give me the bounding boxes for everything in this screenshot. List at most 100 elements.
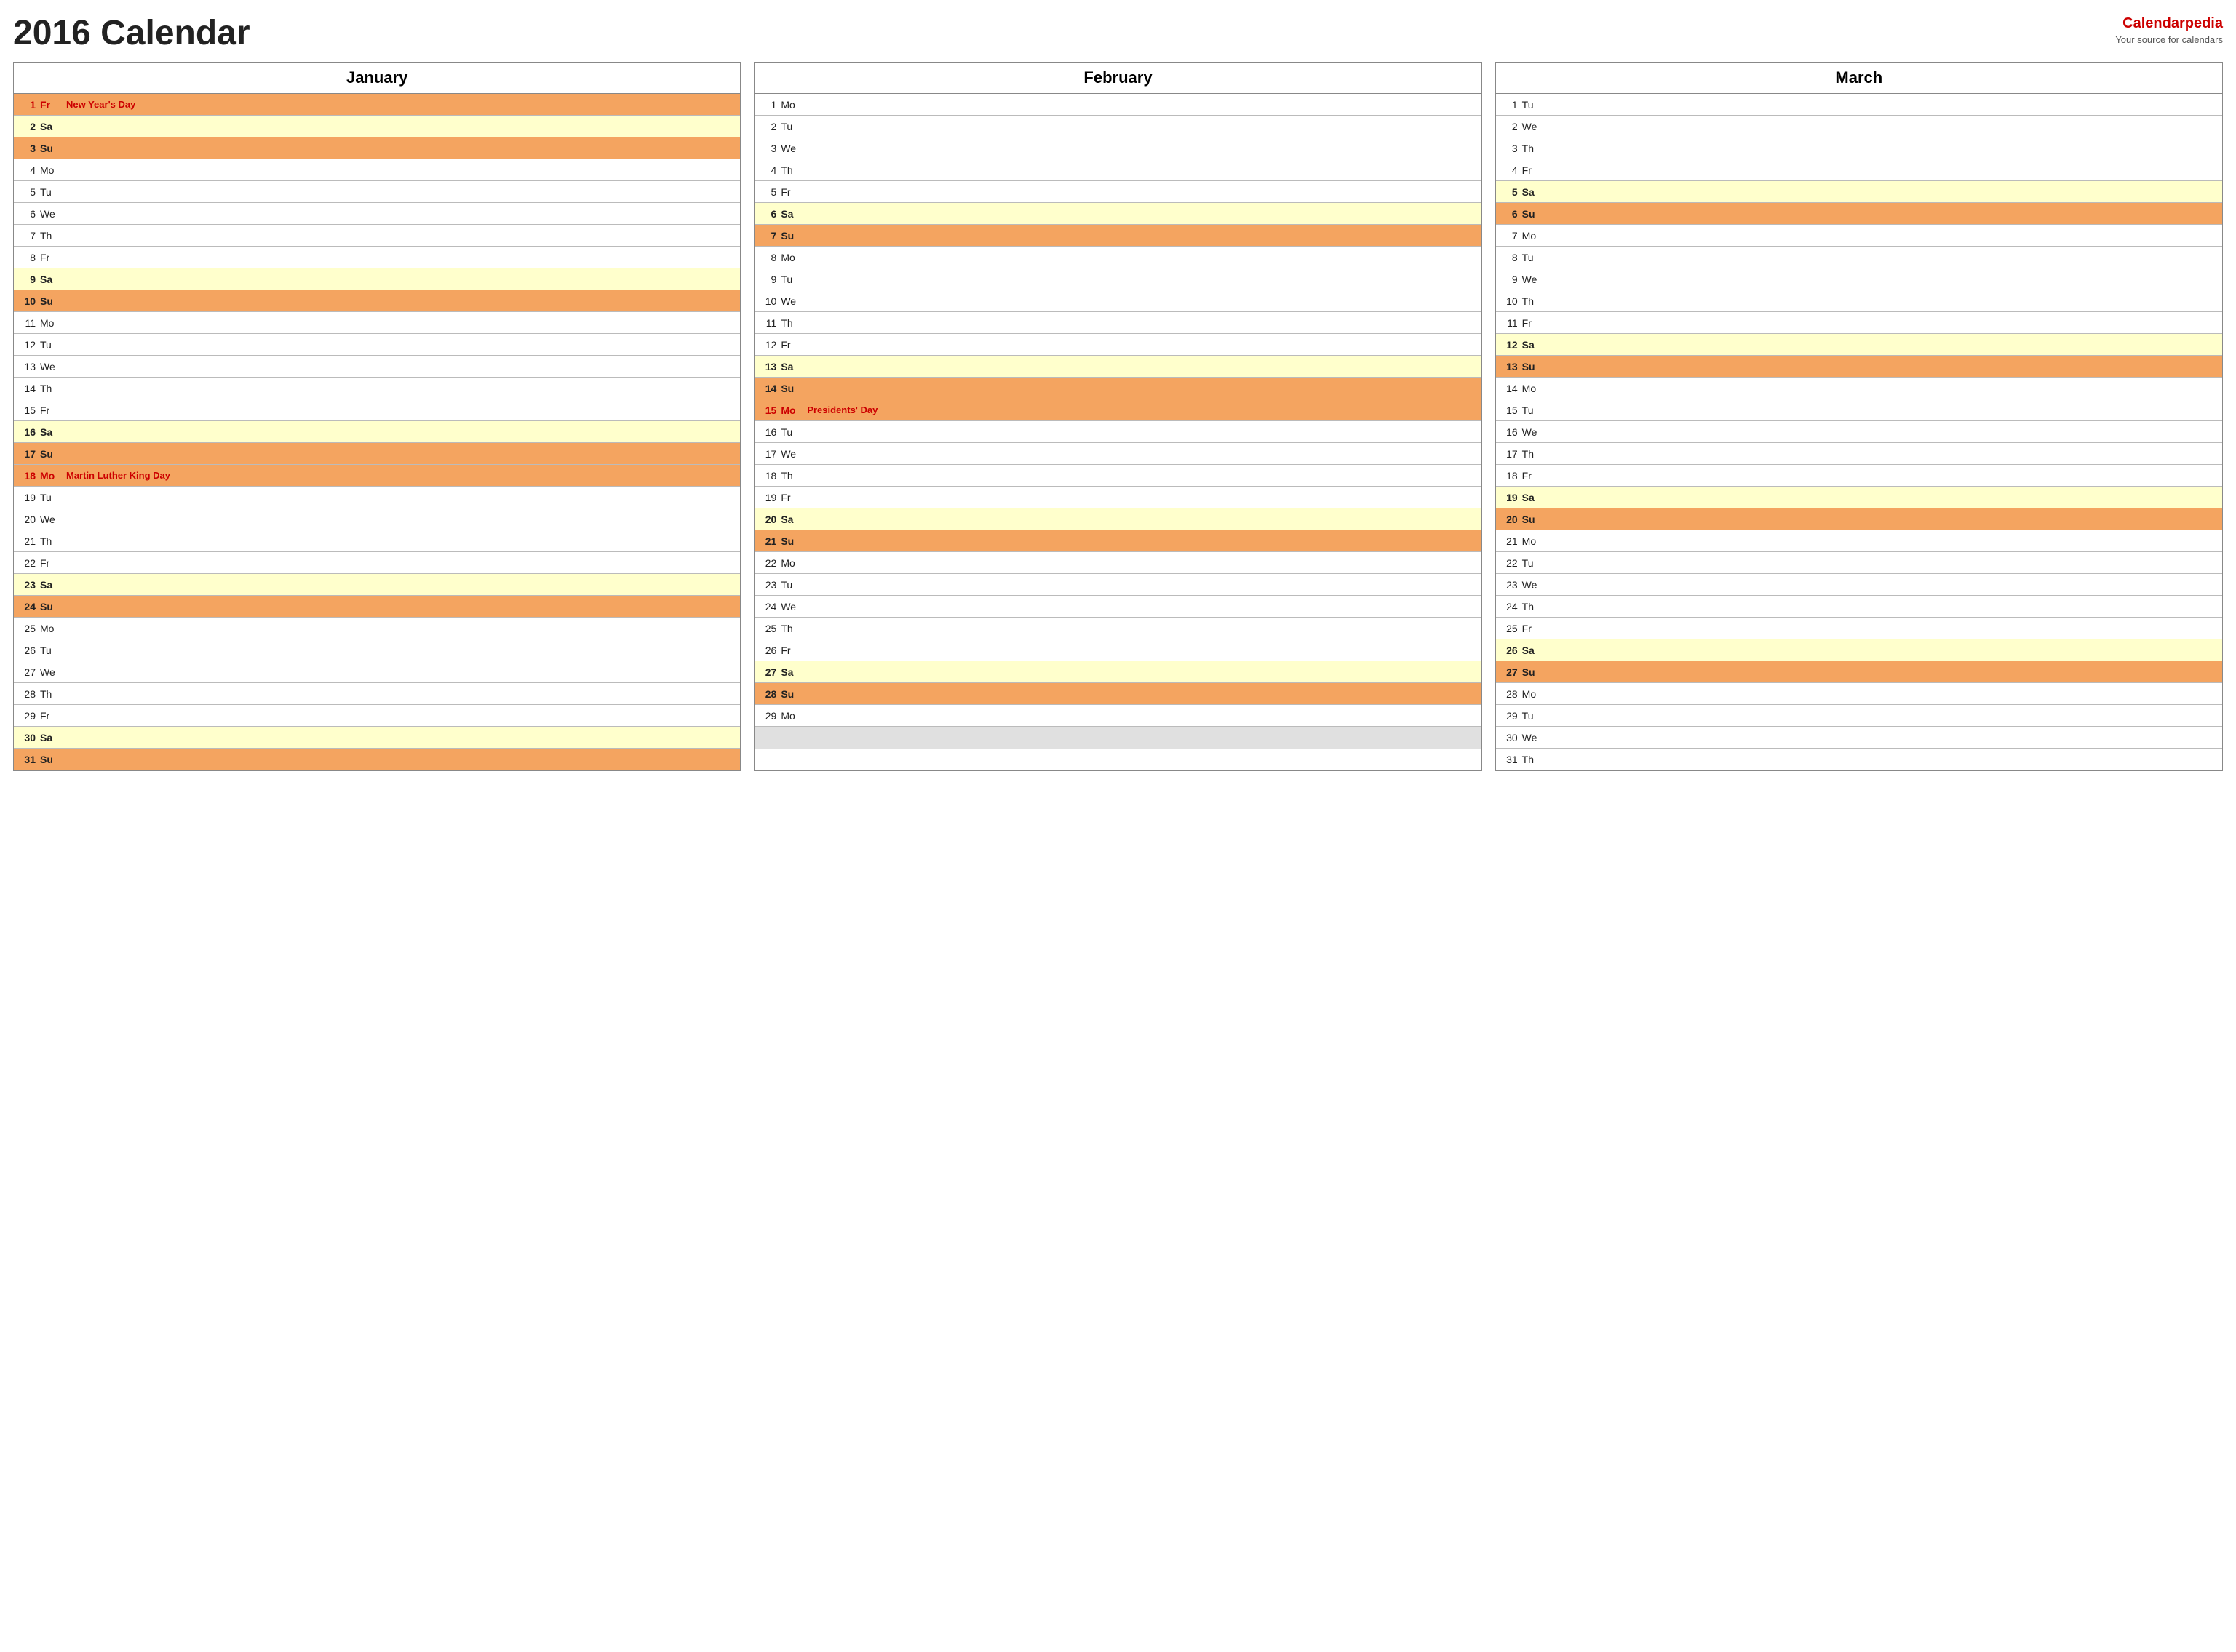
day-number: 17 (14, 448, 40, 460)
day-name: Mo (781, 710, 804, 722)
january-header: January (14, 63, 740, 94)
day-name: Mo (40, 470, 63, 482)
table-row: 22Mo (755, 552, 1481, 574)
day-name: Su (1522, 208, 1545, 220)
table-row: 29Mo (755, 705, 1481, 727)
day-name: Sa (781, 666, 804, 678)
day-name: Th (40, 230, 63, 242)
day-number: 27 (1496, 666, 1522, 678)
day-number: 8 (1496, 252, 1522, 263)
day-number: 18 (1496, 470, 1522, 482)
table-row: 9We (1496, 268, 2222, 290)
day-event: New Year's Day (63, 99, 740, 110)
table-row: 15Tu (1496, 399, 2222, 421)
day-number: 14 (1496, 383, 1522, 394)
table-row: 28Th (14, 683, 740, 705)
table-row: 21Su (755, 530, 1481, 552)
day-name: Th (40, 535, 63, 547)
table-row: 22Tu (1496, 552, 2222, 574)
table-row: 19Sa (1496, 487, 2222, 508)
day-name: Sa (40, 426, 63, 438)
day-number: 5 (14, 186, 40, 198)
day-name: Fr (781, 645, 804, 656)
day-name: Su (781, 688, 804, 700)
day-number: 3 (14, 143, 40, 154)
day-name: Sa (781, 514, 804, 525)
table-row: 23We (1496, 574, 2222, 596)
table-row: 31Su (14, 749, 740, 770)
day-name: We (1522, 121, 1545, 132)
table-row: 25Th (755, 618, 1481, 639)
day-number: 23 (14, 579, 40, 591)
table-row: 7Th (14, 225, 740, 247)
january-calendar: January 1FrNew Year's Day2Sa3Su4Mo5Tu6We… (13, 62, 741, 771)
day-number: 9 (1496, 274, 1522, 285)
day-name: We (1522, 732, 1545, 743)
day-name: Th (40, 688, 63, 700)
table-row: 16Sa (14, 421, 740, 443)
table-row: 3Su (14, 137, 740, 159)
day-number: 25 (755, 623, 781, 634)
day-number: 11 (1496, 317, 1522, 329)
day-number: 22 (755, 557, 781, 569)
day-number: 20 (14, 514, 40, 525)
day-name: Tu (781, 121, 804, 132)
day-name: Th (781, 470, 804, 482)
day-number: 19 (14, 492, 40, 503)
day-name: We (781, 295, 804, 307)
day-name: Su (781, 230, 804, 242)
day-number: 15 (14, 404, 40, 416)
day-number: 4 (1496, 164, 1522, 176)
day-number: 30 (14, 732, 40, 743)
logo-tagline: Your source for calendars (2115, 33, 2223, 47)
day-name: Mo (40, 164, 63, 176)
day-number: 3 (755, 143, 781, 154)
day-number: 29 (1496, 710, 1522, 722)
table-row: 26Sa (1496, 639, 2222, 661)
table-row: 14Su (755, 378, 1481, 399)
day-event: Presidents' Day (804, 404, 1481, 415)
day-name: Su (1522, 514, 1545, 525)
february-calendar: February 1Mo2Tu3We4Th5Fr6Sa7Su8Mo9Tu10We… (754, 62, 1481, 771)
table-row: 16We (1496, 421, 2222, 443)
table-row: 12Tu (14, 334, 740, 356)
table-row: 28Su (755, 683, 1481, 705)
logo: Calendarpedia Your source for calendars (2115, 13, 2223, 47)
table-row: 11Mo (14, 312, 740, 334)
table-row: 27We (14, 661, 740, 683)
day-number: 14 (755, 383, 781, 394)
page-header: 2016 Calendar Calendarpedia Your source … (13, 13, 2223, 53)
day-name: Mo (1522, 230, 1545, 242)
table-row: 24We (755, 596, 1481, 618)
day-number: 11 (755, 317, 781, 329)
day-number: 31 (1496, 754, 1522, 765)
day-name: Tu (40, 645, 63, 656)
day-number: 4 (14, 164, 40, 176)
day-name: Sa (40, 121, 63, 132)
day-name: Fr (781, 339, 804, 351)
table-row: 18Fr (1496, 465, 2222, 487)
table-row: 12Sa (1496, 334, 2222, 356)
day-number: 17 (755, 448, 781, 460)
table-row: 25Fr (1496, 618, 2222, 639)
day-number: 8 (755, 252, 781, 263)
day-number: 9 (755, 274, 781, 285)
day-number: 22 (1496, 557, 1522, 569)
day-number: 16 (755, 426, 781, 438)
table-row: 4Mo (14, 159, 740, 181)
day-number: 6 (1496, 208, 1522, 220)
day-number: 13 (755, 361, 781, 372)
day-name: Fr (781, 186, 804, 198)
table-row: 13Sa (755, 356, 1481, 378)
day-name: Su (781, 383, 804, 394)
table-row: 8Mo (755, 247, 1481, 268)
table-row: 15Fr (14, 399, 740, 421)
table-row: 2Tu (755, 116, 1481, 137)
table-row: 9Sa (14, 268, 740, 290)
day-number: 23 (755, 579, 781, 591)
day-name: We (1522, 426, 1545, 438)
day-name: Fr (1522, 623, 1545, 634)
day-number: 12 (1496, 339, 1522, 351)
day-number: 26 (755, 645, 781, 656)
day-name: Su (40, 448, 63, 460)
